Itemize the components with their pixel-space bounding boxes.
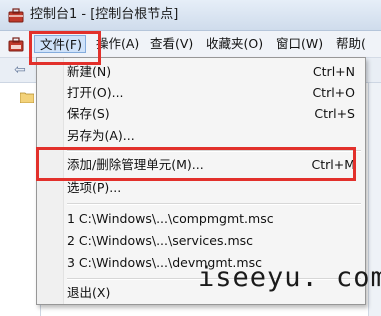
- folder-icon[interactable]: [20, 91, 34, 103]
- menu-item-label: 保存(S): [67, 106, 110, 121]
- title-bar: 控制台1 - [控制台根节点]: [0, 0, 381, 31]
- menu-item-label: 添加/删除管理单元(M)...: [67, 157, 204, 172]
- watermark-text: iseeyu. com: [198, 262, 381, 293]
- menu-action[interactable]: 操作(A): [96, 35, 139, 53]
- back-arrow-icon[interactable]: ⇦: [14, 62, 30, 78]
- menu-favorites[interactable]: 收藏夹(O): [206, 35, 263, 53]
- menu-item-label: 2 C:\Windows\...\services.msc: [67, 233, 254, 248]
- menu-item-save-as[interactable]: 另存为(A)...: [37, 125, 365, 147]
- window-title: 控制台1 - [控制台根节点]: [30, 7, 179, 22]
- menu-item-open[interactable]: 打开(O)... Ctrl+O: [37, 82, 365, 104]
- menu-item-shortcut: Ctrl+M: [311, 157, 356, 172]
- menu-item-recent-1[interactable]: 1 C:\Windows\...\compmgmt.msc: [37, 208, 365, 230]
- menu-separator: [67, 203, 361, 205]
- menu-help[interactable]: 帮助(: [336, 35, 366, 53]
- menu-item-recent-2[interactable]: 2 C:\Windows\...\services.msc: [37, 230, 365, 252]
- menu-item-shortcut: Ctrl+O: [312, 85, 355, 100]
- console-toolbox-icon: [8, 8, 24, 23]
- menu-bar: 文件(F) 操作(A) 查看(V) 收藏夹(O) 窗口(W) 帮助(: [0, 31, 381, 58]
- menu-file[interactable]: 文件(F): [34, 35, 86, 53]
- menu-separator: [67, 150, 361, 152]
- menu-item-label: 退出(X): [67, 285, 111, 300]
- menu-item-options[interactable]: 选项(P)...: [37, 177, 365, 199]
- menu-window[interactable]: 窗口(W): [276, 35, 323, 53]
- menu-item-shortcut: Ctrl+S: [314, 106, 355, 121]
- console-document-icon[interactable]: [8, 36, 24, 52]
- menu-item-new[interactable]: 新建(N) Ctrl+N: [37, 61, 365, 83]
- menu-item-label: 另存为(A)...: [67, 128, 135, 143]
- menu-item-save[interactable]: 保存(S) Ctrl+S: [37, 103, 365, 125]
- menu-item-label: 新建(N): [67, 64, 112, 79]
- console-tree-pane: [0, 83, 41, 316]
- menu-item-label: 1 C:\Windows\...\compmgmt.msc: [67, 211, 274, 226]
- menu-item-label: 打开(O)...: [67, 85, 124, 100]
- menu-item-add-remove-snapin[interactable]: 添加/删除管理单元(M)... Ctrl+M: [37, 154, 365, 176]
- menu-item-label: 选项(P)...: [67, 180, 122, 195]
- menu-item-shortcut: Ctrl+N: [312, 64, 355, 79]
- mmc-window: 控制台1 - [控制台根节点] 文件(F) 操作(A) 查看(V) 收藏夹(O)…: [0, 0, 381, 316]
- menu-view[interactable]: 查看(V): [150, 35, 193, 53]
